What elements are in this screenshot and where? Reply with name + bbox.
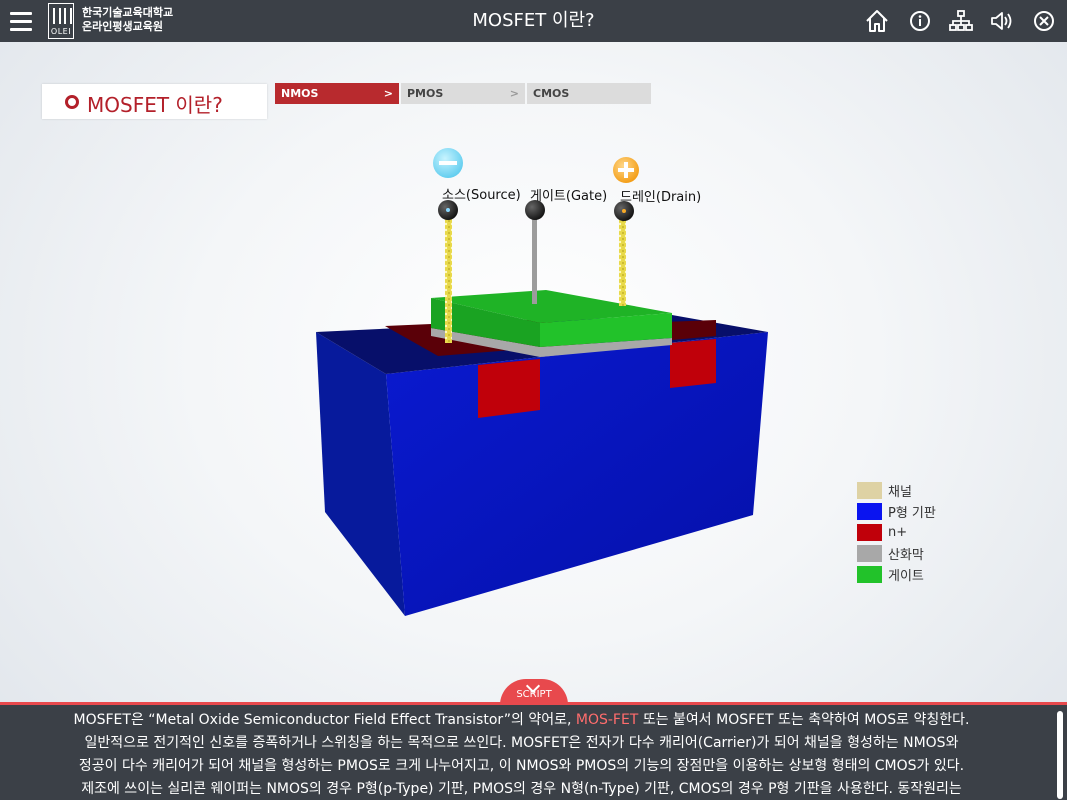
source-n-plus-front [478,359,540,418]
organization-name: 한국기술교육대학교 온라인평생교육원 [82,6,173,34]
org-line-1: 한국기술교육대학교 [82,6,174,19]
source-label: 소스(Source) [442,188,521,203]
legend: 채널 P형 기판 n+ 산화막 게이트 [857,480,936,585]
circle-bullet-icon [65,95,79,109]
drain-terminal-dot [622,209,626,213]
legend-item-gate: 게이트 [857,564,936,585]
legend-swatch-channel [857,482,882,499]
hamburger-menu-icon[interactable] [0,0,42,42]
script-line-1: MOSFET은 “Metal Oxide Semiconductor Field… [0,709,1067,732]
legend-item-channel: 채널 [857,480,936,501]
sitemap-icon[interactable] [948,8,974,34]
section-title: MOSFET 이란? [87,93,223,117]
source-wire [445,215,452,343]
legend-label-p-substrate: P형 기판 [888,506,936,521]
script-highlight: MOS-FET [575,712,639,728]
tab-pmos-label: PMOS [407,87,444,100]
script-line-1-part-b: 또는 붙여서 MOSFET 또는 축약하여 MOS로 약칭한다. [638,712,970,728]
top-bar: OLEI 한국기술교육대학교 온라인평생교육원 MOSFET 이란? [0,0,1067,42]
logo-text: OLEI [50,27,72,36]
legend-item-n-plus: n+ [857,522,936,543]
legend-swatch-p-substrate [857,503,882,520]
legend-label-gate: 게이트 [888,569,924,584]
tab-nmos-arrow-icon: > [383,87,393,100]
legend-item-p-substrate: P형 기판 [857,501,936,522]
script-line-2: 일반적으로 전기적인 신호를 증폭하거나 스위칭을 하는 목적으로 쓰인다. M… [84,735,959,751]
drain-wire [619,216,626,306]
drain-label: 드레인(Drain) [620,190,701,205]
legend-item-oxide: 산화막 [857,543,936,564]
legend-label-n-plus: n+ [888,525,908,540]
drain-n-plus-front [670,339,716,388]
olei-logo: OLEI [48,3,74,39]
gate-label: 게이트(Gate) [530,189,607,204]
legend-swatch-n-plus [857,524,882,541]
section-title-box: MOSFET 이란? [42,84,267,119]
close-icon[interactable] [1031,8,1057,34]
gate-wire [532,214,537,304]
legend-swatch-gate [857,566,882,583]
tab-pmos[interactable]: PMOS > [401,83,525,104]
info-icon[interactable] [907,8,933,34]
legend-label-oxide: 산화막 [888,548,924,563]
script-tab-label: SCRIPT [516,689,552,700]
org-line-2: 온라인평생교육원 [82,20,163,33]
home-icon[interactable] [864,8,890,34]
script-panel: MOSFET은 “Metal Oxide Semiconductor Field… [0,702,1067,800]
source-terminal-dot [446,208,450,212]
script-scrollbar[interactable] [1057,711,1063,799]
plus-sign-v [624,162,628,178]
sound-icon[interactable] [989,8,1015,34]
script-line-4: 제조에 쓰이는 실리콘 웨이퍼는 NMOS의 경우 P형(p-Type) 기판,… [81,781,962,797]
tab-cmos-label: CMOS [533,87,570,100]
legend-label-channel: 채널 [888,485,912,500]
minus-sign [439,161,457,165]
tab-pmos-arrow-icon: > [509,87,519,100]
tab-nmos[interactable]: NMOS > [275,83,399,104]
tab-nmos-label: NMOS [281,87,319,100]
tab-cmos[interactable]: CMOS [527,83,651,104]
script-line-3: 정공이 다수 캐리어가 되어 채널을 형성하는 PMOS로 크게 나누어지고, … [78,758,965,774]
script-line-1-part-a: MOSFET은 “Metal Oxide Semiconductor Field… [73,712,576,728]
legend-swatch-oxide [857,545,882,562]
